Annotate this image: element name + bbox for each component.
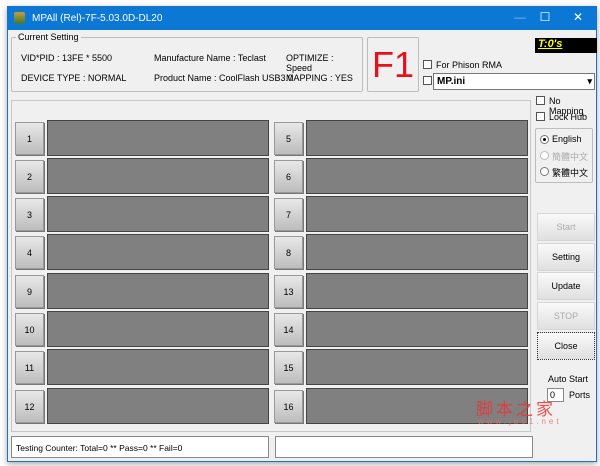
port-status-slot-7 [306,196,528,232]
close-window-button[interactable]: ✕ [566,10,590,24]
port-button-3[interactable]: 3 [15,198,44,231]
port-status-slot-11 [47,349,269,385]
manufacture-name: Manufacture Name : Teclast [154,53,266,63]
port-button-13[interactable]: 13 [274,275,303,308]
for-phison-rma-checkbox[interactable] [423,60,432,69]
no-mapping-checkbox[interactable] [536,96,545,105]
port-status-slot-1 [47,120,269,156]
port-status-slot-8 [306,234,528,270]
port-button-1[interactable]: 1 [15,122,44,155]
port-button-6[interactable]: 6 [274,160,303,193]
port-button-12[interactable]: 12 [15,390,44,423]
title-bar: MPAll (Rel)-7F-5.03.0D-DL20 — ☐ ✕ [8,7,596,30]
optimize: OPTIMIZE : Speed [286,53,334,73]
chevron-down-icon[interactable]: ▾ [587,76,592,87]
timer-display: T:0's [535,38,597,53]
app-icon [14,12,25,24]
port-status-slot-15 [306,349,528,385]
setting-button[interactable]: Setting [537,243,595,271]
device-type: DEVICE TYPE : NORMAL [21,73,127,83]
testing-counter-status: Testing Counter: Total=0 ** Pass=0 ** Fa… [11,436,269,458]
language-group: English 簡體中文 繁體中文 [535,128,593,183]
radio-traditional-chinese[interactable] [540,167,549,176]
port-button-11[interactable]: 11 [15,351,44,384]
port-status-slot-4 [47,234,269,270]
radio-simplified-chinese[interactable] [540,151,549,160]
port-button-5[interactable]: 5 [274,122,303,155]
ini-select[interactable]: MP.ini ▾ [433,73,595,90]
start-button[interactable]: Start [537,213,595,241]
port-status-slot-3 [47,196,269,232]
maximize-button[interactable]: ☐ [533,10,557,24]
port-status-slot-2 [47,158,269,194]
port-button-10[interactable]: 10 [15,313,44,346]
current-setting-label: Current Setting [16,32,81,42]
radio-english[interactable] [540,135,549,144]
close-button[interactable]: Close [537,332,595,360]
port-button-8[interactable]: 8 [274,236,303,269]
port-status-slot-10 [47,311,269,347]
port-button-15[interactable]: 15 [274,351,303,384]
language-english-label: English [552,134,582,144]
f1-indicator: F1 [367,37,419,92]
port-button-9[interactable]: 9 [15,275,44,308]
lock-hub-checkbox[interactable] [536,112,545,121]
port-status-slot-12 [47,388,269,424]
current-setting-group: Current Setting VID*PID : 13FE * 5500 DE… [11,32,363,92]
port-button-4[interactable]: 4 [15,236,44,269]
lock-hub-label: Lock Hub [549,112,588,122]
mpall-window: MPAll (Rel)-7F-5.03.0D-DL20 — ☐ ✕ Curren… [7,6,597,462]
for-phison-rma-label: For Phison RMA [436,60,503,70]
port-button-14[interactable]: 14 [274,313,303,346]
update-button[interactable]: Update [537,272,595,300]
stop-button[interactable]: STOP [537,302,595,330]
vid-pid: VID*PID : 13FE * 5500 [21,53,113,63]
port-status-slot-9 [47,273,269,309]
mapping: MAPPING : YES [286,73,353,83]
port-button-7[interactable]: 7 [274,198,303,231]
ini-select-value: MP.ini [437,76,466,87]
window-title: MPAll (Rel)-7F-5.03.0D-DL20 [32,13,163,24]
watermark-url: www.jb51.net [478,417,562,426]
language-traditional-label: 繁體中文 [552,168,589,178]
minimize-button[interactable]: — [508,10,532,24]
secondary-status [275,436,533,458]
port-button-16[interactable]: 16 [274,390,303,423]
port-status-slot-14 [306,311,528,347]
auto-start-label: Auto Start [548,374,589,384]
port-button-2[interactable]: 2 [15,160,44,193]
ports-label: Ports [569,390,591,400]
language-simplified-label: 簡體中文 [552,152,589,162]
port-status-slot-13 [306,273,528,309]
ini-checkbox[interactable] [423,76,432,85]
product-name: Product Name : CoolFlash USB3.0 [154,73,294,83]
port-status-slot-5 [306,120,528,156]
port-status-slot-6 [306,158,528,194]
